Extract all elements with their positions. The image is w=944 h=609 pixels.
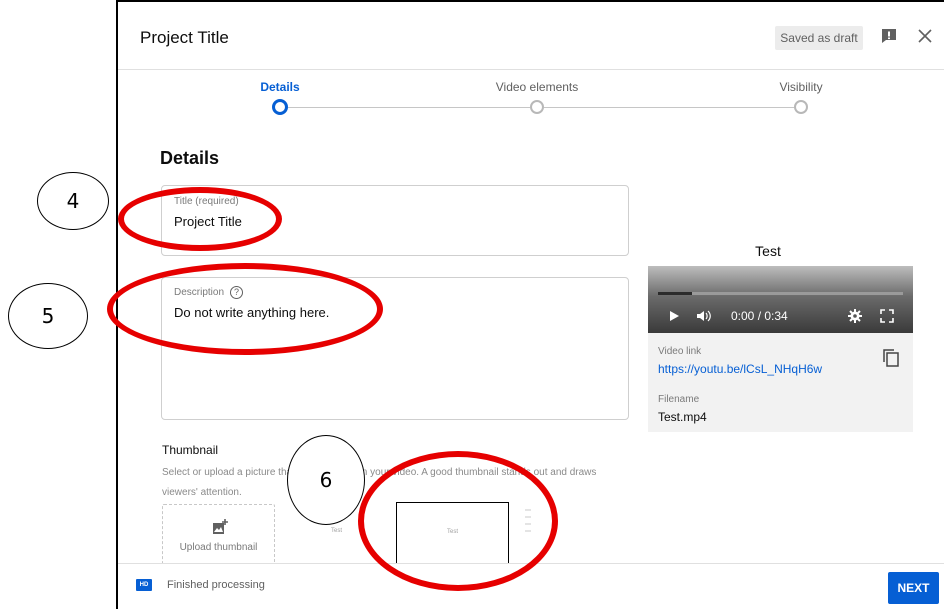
video-link-label: Video link <box>658 346 702 357</box>
fullscreen-icon[interactable] <box>880 309 894 323</box>
video-preview-card: 0:00 / 0:34 Video link https://youtu.be/… <box>648 266 913 432</box>
stepper-line <box>288 107 530 108</box>
step-visibility-label[interactable]: Visibility <box>779 80 822 94</box>
video-progress-fill <box>658 292 693 295</box>
annotation-highlight-thumbnail <box>358 451 558 591</box>
step-details-label[interactable]: Details <box>260 80 299 94</box>
annotation-marker-6: 6 <box>287 435 365 525</box>
step-video-elements-dot[interactable] <box>530 100 544 114</box>
next-button[interactable]: NEXT <box>888 572 939 604</box>
annotation-highlight-title <box>118 187 282 251</box>
step-video-elements-label[interactable]: Video elements <box>496 80 579 94</box>
feedback-icon[interactable] <box>880 27 898 45</box>
annotation-highlight-description <box>107 263 383 355</box>
add-photo-icon <box>213 519 228 534</box>
volume-icon[interactable] <box>696 309 712 323</box>
annotation-marker-5: 5 <box>8 283 88 349</box>
preview-title: Test <box>755 243 781 259</box>
filename: Test.mp4 <box>658 410 707 424</box>
step-details-dot[interactable] <box>272 99 288 115</box>
dialog-footer: HD Finished processing NEXT <box>118 563 944 609</box>
thumbnail-heading: Thumbnail <box>162 443 219 457</box>
play-icon[interactable] <box>668 310 680 322</box>
close-icon[interactable] <box>915 26 935 46</box>
video-player[interactable]: 0:00 / 0:34 <box>648 266 913 333</box>
dialog-header: Project Title Saved as draft <box>118 2 944 70</box>
details-heading: Details <box>160 148 220 168</box>
hd-badge: HD <box>136 579 152 591</box>
upload-thumbnail-button[interactable]: Upload thumbnail <box>162 504 275 566</box>
stepper-line <box>544 107 794 108</box>
dialog-title: Project Title <box>140 28 229 47</box>
filename-label: Filename <box>658 394 700 405</box>
upload-thumbnail-label: Upload thumbnail <box>179 542 258 553</box>
video-time: 0:00 / 0:34 <box>731 309 788 323</box>
settings-gear-icon[interactable] <box>848 309 862 323</box>
video-link[interactable]: https://youtu.be/lCsL_NHqH6w <box>658 362 822 376</box>
draft-status-badge: Saved as draft <box>775 26 863 50</box>
step-visibility-dot[interactable] <box>794 100 808 114</box>
annotation-marker-4: 4 <box>37 172 109 230</box>
copy-icon[interactable] <box>882 348 900 368</box>
video-progress-track[interactable] <box>658 292 903 295</box>
processing-status: Finished processing <box>167 579 265 591</box>
